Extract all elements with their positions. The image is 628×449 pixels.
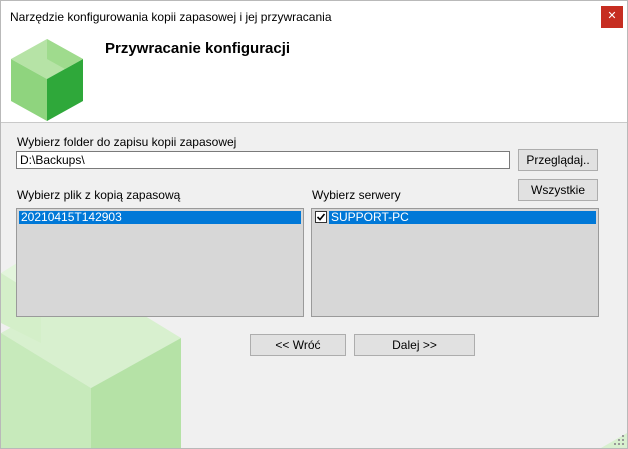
servers-label: Wybierz serwery: [312, 188, 401, 202]
app-logo: [11, 39, 83, 121]
server-checkbox[interactable]: [315, 211, 327, 223]
select-all-button[interactable]: Wszystkie: [518, 179, 598, 201]
list-item[interactable]: SUPPORT-PC: [329, 211, 596, 224]
list-item[interactable]: 20210415T142903: [19, 211, 301, 224]
checkmark-icon: [316, 213, 326, 221]
resize-grip-icon[interactable]: [613, 434, 625, 446]
folder-path-input[interactable]: D:\Backups\: [16, 151, 510, 169]
back-button[interactable]: << Wróć: [250, 334, 346, 356]
browse-button[interactable]: Przeglądaj..: [518, 149, 598, 171]
backup-file-list[interactable]: 20210415T142903: [16, 208, 304, 317]
server-list[interactable]: SUPPORT-PC: [311, 208, 599, 317]
page-title: Przywracanie konfiguracji: [105, 40, 291, 57]
header-area: [1, 31, 627, 123]
window-title: Narzędzie konfigurowania kopii zapasowej…: [10, 10, 332, 24]
folder-label: Wybierz folder do zapisu kopii zapasowej: [17, 135, 237, 149]
close-icon: ✕: [607, 10, 617, 22]
backup-file-label: Wybierz plik z kopią zapasową: [17, 188, 181, 202]
next-button[interactable]: Dalej >>: [354, 334, 475, 356]
close-button[interactable]: ✕: [601, 6, 623, 28]
dialog-window: Narzędzie konfigurowania kopii zapasowej…: [0, 0, 628, 449]
title-bar[interactable]: Narzędzie konfigurowania kopii zapasowej…: [1, 1, 627, 31]
